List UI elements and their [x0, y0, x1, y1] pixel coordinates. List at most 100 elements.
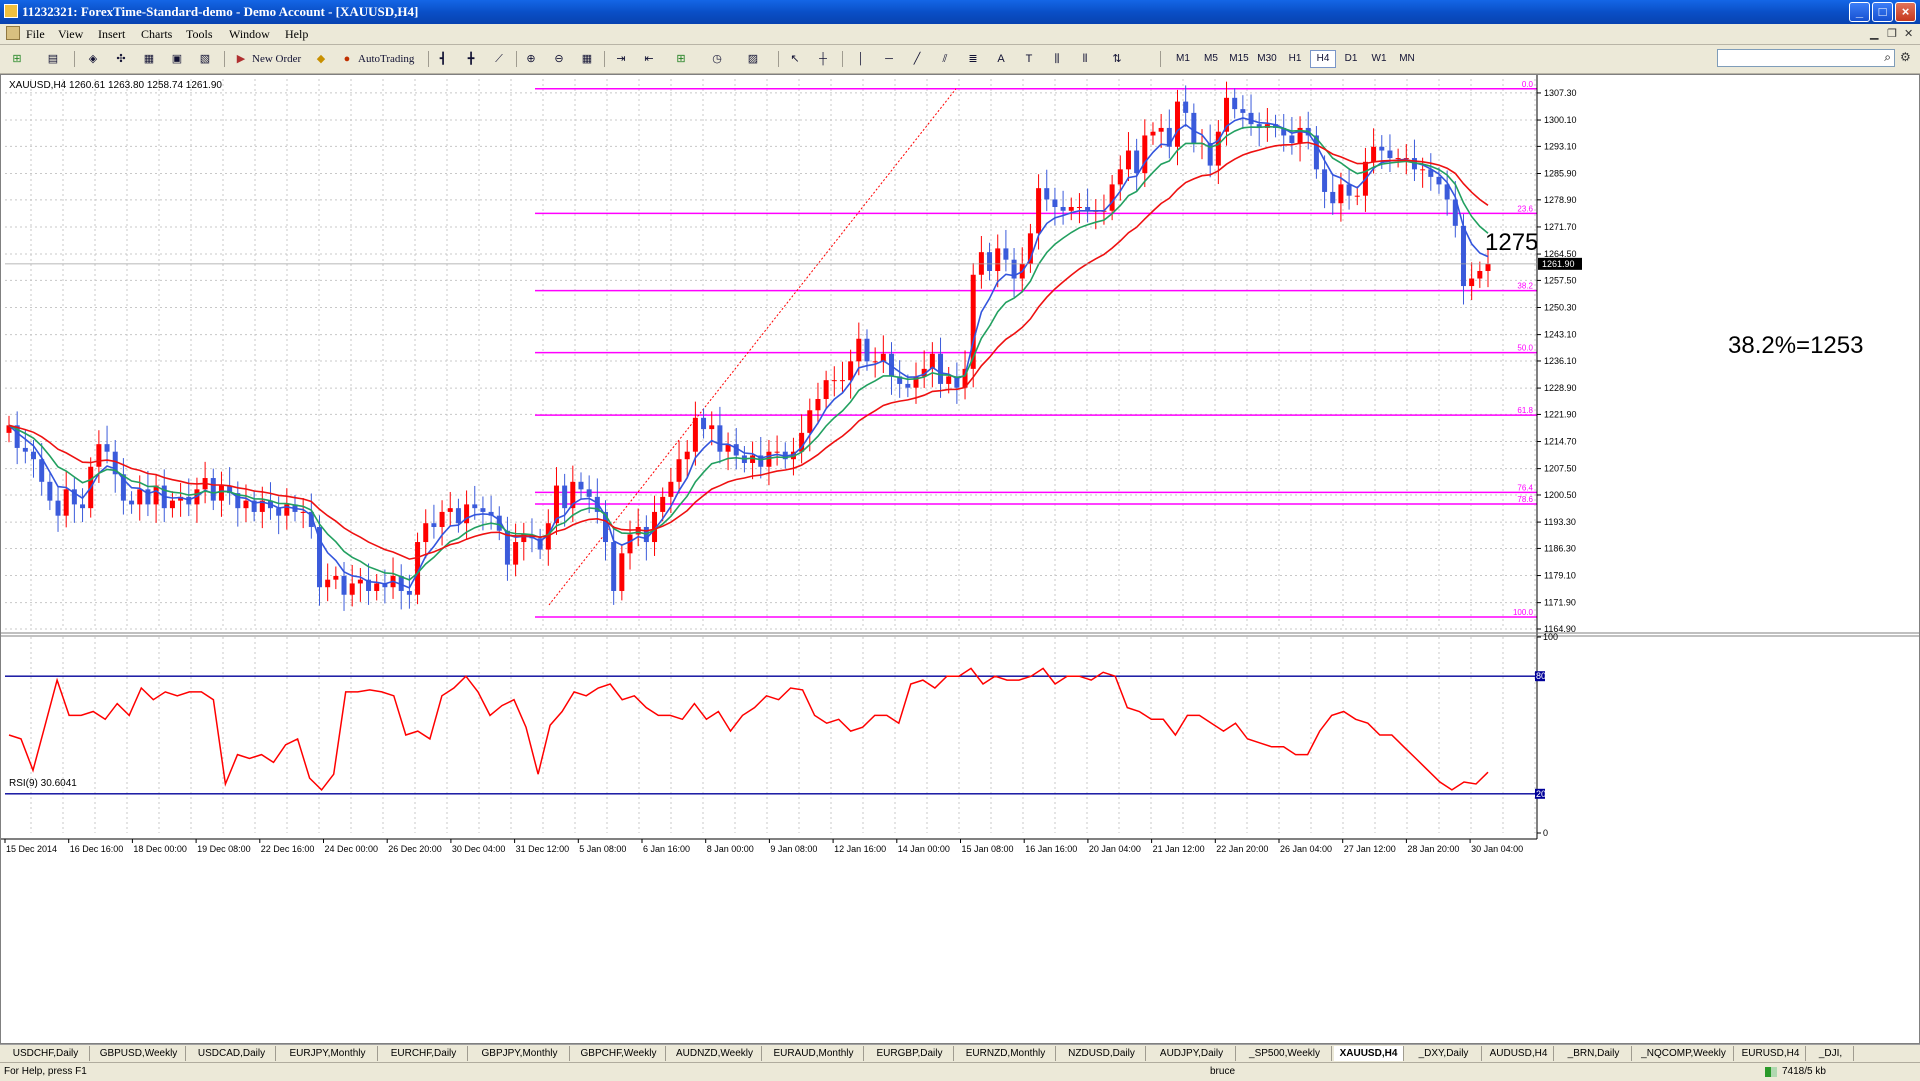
- symbol-tab[interactable]: _DJI,: [1808, 1046, 1854, 1061]
- symbol-tab[interactable]: AUDUSD,H4: [1484, 1046, 1554, 1061]
- indicators-icon[interactable]: ⊞: [672, 50, 690, 68]
- menu-tools[interactable]: Tools: [186, 27, 213, 42]
- symbol-tab[interactable]: GBPJPY,Monthly: [470, 1046, 570, 1061]
- timeframe-mn[interactable]: MN: [1394, 50, 1420, 68]
- candle-body: [839, 380, 845, 382]
- timeframe-m30[interactable]: M30: [1254, 50, 1280, 68]
- symbol-tab[interactable]: EURGBP,Daily: [866, 1046, 954, 1061]
- document-icon[interactable]: [6, 26, 20, 40]
- minimize-button[interactable]: _: [1849, 2, 1870, 22]
- strategy-tester-icon[interactable]: ▣: [168, 50, 186, 68]
- timeframe-m5[interactable]: M5: [1198, 50, 1224, 68]
- data-window-icon[interactable]: ▧: [196, 50, 214, 68]
- arrows-icon[interactable]: ⇅: [1108, 50, 1126, 68]
- search-input[interactable]: ⌕: [1717, 49, 1895, 67]
- timeframe-h1[interactable]: H1: [1282, 50, 1308, 68]
- new-order-button[interactable]: New Order: [252, 50, 301, 68]
- terminal-icon[interactable]: ▦: [140, 50, 158, 68]
- symbol-tab[interactable]: EURUSD,H4: [1736, 1046, 1806, 1061]
- trendline-icon[interactable]: ╱: [908, 50, 926, 68]
- candle-body: [1379, 146, 1385, 151]
- candle-body: [1436, 176, 1442, 185]
- symbol-tab[interactable]: EURJPY,Monthly: [278, 1046, 378, 1061]
- symbol-tab[interactable]: GBPCHF,Weekly: [572, 1046, 666, 1061]
- fibo-fan-icon[interactable]: ⫼: [1048, 50, 1066, 68]
- symbol-tab[interactable]: _DXY,Daily: [1406, 1046, 1482, 1061]
- auto-scroll-icon[interactable]: ⇥: [612, 50, 630, 68]
- doc-restore-icon[interactable]: ❐: [1887, 27, 1897, 40]
- symbol-tab[interactable]: XAUUSD,H4: [1334, 1046, 1404, 1061]
- symbol-tab[interactable]: GBPUSD,Weekly: [92, 1046, 186, 1061]
- timeframe-w1[interactable]: W1: [1366, 50, 1392, 68]
- time-tick-label: 22 Jan 20:00: [1216, 844, 1268, 854]
- timeframe-h4[interactable]: H4: [1310, 50, 1336, 68]
- symbol-tab[interactable]: AUDJPY,Daily: [1148, 1046, 1236, 1061]
- timeframe-m15[interactable]: M15: [1226, 50, 1252, 68]
- chart-canvas[interactable]: 0.0 23.6 38.2 50.0 61.8 76.4 78.6 100.0 1307.30…: [1, 75, 1919, 1043]
- meta-editor-icon[interactable]: ◆: [312, 50, 330, 68]
- profiles-icon[interactable]: ▤: [44, 50, 62, 68]
- candle-body: [153, 485, 159, 505]
- symbol-tab[interactable]: AUDNZD,Weekly: [668, 1046, 762, 1061]
- search-icon[interactable]: ⌕: [1884, 50, 1891, 65]
- symbol-tab[interactable]: NZDUSD,Daily: [1058, 1046, 1146, 1061]
- candlestick-icon[interactable]: ╋: [462, 50, 480, 68]
- symbol-tab[interactable]: EURCHF,Daily: [380, 1046, 468, 1061]
- templates-icon[interactable]: ▨: [744, 50, 762, 68]
- tile-windows-icon[interactable]: ▦: [578, 50, 596, 68]
- maximize-button[interactable]: □: [1872, 2, 1893, 22]
- doc-minimize-icon[interactable]: ▁: [1870, 27, 1878, 40]
- menu-charts[interactable]: Charts: [141, 27, 172, 42]
- candle-body: [472, 504, 478, 509]
- symbol-tab[interactable]: _SP500,Weekly: [1238, 1046, 1332, 1061]
- periods-icon[interactable]: ◷: [708, 50, 726, 68]
- symbol-tab[interactable]: EURAUD,Monthly: [764, 1046, 864, 1061]
- cursor-icon[interactable]: ↖: [786, 50, 804, 68]
- symbol-tab[interactable]: _NQCOMP,Weekly: [1634, 1046, 1734, 1061]
- zoom-out-icon[interactable]: ⊖: [550, 50, 568, 68]
- text-label-icon[interactable]: T: [1020, 50, 1038, 68]
- symbol-tab[interactable]: USDCHF,Daily: [2, 1046, 90, 1061]
- symbol-tab[interactable]: USDCAD,Daily: [188, 1046, 276, 1061]
- time-tick-label: 6 Jan 16:00: [643, 844, 690, 854]
- new-order-icon[interactable]: ▶: [232, 50, 250, 68]
- fib-level-label: 100.0: [1513, 608, 1534, 617]
- bar-chart-icon[interactable]: ┫: [434, 50, 452, 68]
- app-icon: [4, 4, 18, 18]
- settings-icon[interactable]: ⚙: [1900, 50, 1911, 64]
- candle-body: [627, 534, 633, 554]
- price-tick-label: 1193.30: [1544, 517, 1576, 527]
- new-chart-icon[interactable]: ⊞: [8, 50, 26, 68]
- crosshair-icon[interactable]: ┼: [814, 50, 832, 68]
- vertical-line-icon[interactable]: │: [852, 50, 870, 68]
- timeframe-m1[interactable]: M1: [1170, 50, 1196, 68]
- menu-window[interactable]: Window: [229, 27, 270, 42]
- gann-icon[interactable]: ⦀: [1076, 50, 1094, 68]
- timeframe-d1[interactable]: D1: [1338, 50, 1364, 68]
- text-icon[interactable]: A: [992, 50, 1010, 68]
- fibonacci-icon[interactable]: ≣: [964, 50, 982, 68]
- symbol-tab[interactable]: EURNZD,Monthly: [956, 1046, 1056, 1061]
- menu-help[interactable]: Help: [285, 27, 308, 42]
- equidistant-channel-icon[interactable]: ⫽: [936, 50, 954, 68]
- menu-file[interactable]: File: [26, 27, 45, 42]
- market-watch-icon[interactable]: ◈: [84, 50, 102, 68]
- chart-shift-icon[interactable]: ⇤: [640, 50, 658, 68]
- close-button[interactable]: ×: [1895, 2, 1916, 22]
- candle-body: [684, 451, 690, 460]
- menu-view[interactable]: View: [58, 27, 83, 42]
- horizontal-line-icon[interactable]: ─: [880, 50, 898, 68]
- symbol-tab[interactable]: _BRN,Daily: [1556, 1046, 1632, 1061]
- chart-window[interactable]: 0.0 23.6 38.2 50.0 61.8 76.4 78.6 100.0 1307.30…: [0, 74, 1920, 1044]
- candle-body: [660, 496, 666, 512]
- menu-insert[interactable]: Insert: [98, 27, 125, 42]
- zoom-in-icon[interactable]: ⊕: [522, 50, 540, 68]
- line-chart-icon[interactable]: ⟋: [490, 50, 508, 68]
- auto-trading-icon[interactable]: ●: [338, 50, 356, 68]
- candle-body: [22, 447, 28, 452]
- doc-close-icon[interactable]: ✕: [1904, 27, 1913, 40]
- navigator-icon[interactable]: ✣: [112, 50, 130, 68]
- auto-trading-button[interactable]: AutoTrading: [358, 50, 414, 68]
- candle-body: [243, 500, 249, 509]
- price-tick-label: 1300.10: [1544, 115, 1577, 125]
